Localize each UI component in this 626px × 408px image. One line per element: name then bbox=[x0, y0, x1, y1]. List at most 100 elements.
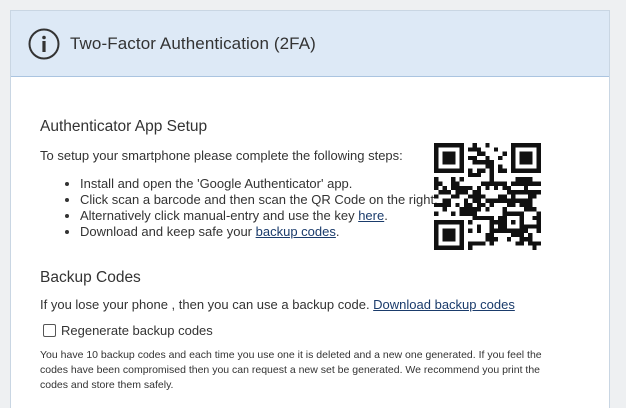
qr-module bbox=[468, 211, 473, 216]
qr-module bbox=[485, 207, 490, 212]
qr-module bbox=[523, 155, 529, 161]
qr-module bbox=[532, 168, 537, 173]
qr-module bbox=[472, 155, 477, 161]
qr-module bbox=[442, 202, 447, 208]
qr-module bbox=[481, 160, 486, 165]
qr-module bbox=[434, 194, 439, 199]
qr-module bbox=[511, 211, 516, 216]
qr-module bbox=[536, 164, 541, 169]
qr-module bbox=[536, 228, 541, 233]
backup-section-title: Backup Codes bbox=[40, 269, 141, 286]
qr-module bbox=[459, 151, 464, 156]
qr-module bbox=[519, 220, 524, 225]
qr-module bbox=[455, 168, 460, 173]
qr-module bbox=[515, 168, 520, 173]
qr-module bbox=[434, 224, 439, 229]
qr-module bbox=[528, 143, 533, 148]
download-backup-codes-link[interactable]: Download backup codes bbox=[373, 297, 515, 312]
qr-module bbox=[519, 160, 524, 165]
qr-module bbox=[459, 241, 464, 246]
qr-module bbox=[442, 143, 447, 148]
two-factor-panel: Two-Factor Authentication (2FA) Authenti… bbox=[10, 10, 610, 408]
info-icon bbox=[28, 28, 60, 59]
qr-module bbox=[463, 198, 469, 203]
qr-module bbox=[451, 185, 456, 191]
qr-module bbox=[476, 147, 482, 152]
backup-info-text: If you lose your phone , then you can us… bbox=[40, 297, 609, 313]
qr-module bbox=[438, 202, 443, 208]
qr-module bbox=[511, 228, 516, 233]
qr-module bbox=[489, 224, 494, 229]
qr-module bbox=[459, 237, 464, 242]
qr-module bbox=[523, 160, 529, 165]
qr-module bbox=[493, 198, 499, 203]
qr-module bbox=[455, 220, 460, 225]
qr-module bbox=[451, 143, 456, 148]
qr-module bbox=[502, 151, 507, 156]
qr-module bbox=[536, 224, 541, 229]
qr-module bbox=[519, 155, 524, 161]
qr-module bbox=[519, 202, 524, 208]
qr-module bbox=[434, 155, 439, 161]
qr-module bbox=[472, 198, 477, 203]
qr-module bbox=[472, 190, 477, 195]
page-title: Two-Factor Authentication (2FA) bbox=[70, 33, 316, 53]
qr-module bbox=[485, 185, 490, 191]
qr-module bbox=[476, 241, 482, 246]
qr-code bbox=[434, 143, 541, 250]
qr-module bbox=[515, 228, 520, 233]
qr-module bbox=[446, 198, 452, 203]
qr-module bbox=[515, 241, 520, 246]
qr-module bbox=[511, 143, 516, 148]
qr-module bbox=[434, 202, 439, 208]
qr-module bbox=[455, 181, 460, 186]
qr-module bbox=[493, 181, 499, 186]
qr-module bbox=[489, 220, 494, 225]
qr-module bbox=[463, 202, 469, 208]
qr-module bbox=[442, 151, 447, 156]
qr-module bbox=[489, 181, 494, 186]
qr-module bbox=[451, 168, 456, 173]
qr-module bbox=[528, 207, 533, 212]
qr-module bbox=[502, 181, 507, 186]
qr-module bbox=[468, 241, 473, 246]
qr-module bbox=[528, 202, 533, 208]
qr-module bbox=[446, 151, 452, 156]
qr-module bbox=[528, 224, 533, 229]
qr-module bbox=[536, 155, 541, 161]
qr-module bbox=[502, 194, 507, 199]
qr-module bbox=[489, 198, 494, 203]
qr-module bbox=[459, 164, 464, 169]
qr-module bbox=[459, 207, 464, 212]
qr-module bbox=[468, 172, 473, 178]
backup-codes-link[interactable]: backup codes bbox=[256, 224, 336, 239]
manual-key-link[interactable]: here bbox=[358, 208, 384, 223]
regenerate-label: Regenerate backup codes bbox=[61, 323, 213, 338]
qr-module bbox=[446, 168, 452, 173]
qr-module bbox=[459, 220, 464, 225]
qr-module bbox=[468, 207, 473, 212]
qr-module bbox=[446, 245, 452, 250]
qr-module bbox=[515, 177, 520, 182]
qr-module bbox=[459, 245, 464, 250]
qr-module bbox=[515, 211, 520, 216]
qr-module bbox=[515, 198, 520, 203]
qr-module bbox=[451, 177, 456, 182]
regenerate-checkbox[interactable] bbox=[43, 324, 56, 337]
qr-module bbox=[489, 168, 494, 173]
qr-module bbox=[446, 190, 452, 195]
qr-module bbox=[493, 147, 499, 152]
qr-module bbox=[446, 202, 452, 208]
qr-module bbox=[455, 245, 460, 250]
qr-module bbox=[498, 194, 503, 199]
qr-module bbox=[523, 224, 529, 229]
qr-module bbox=[519, 177, 524, 182]
authenticator-section-title: Authenticator App Setup bbox=[40, 118, 208, 135]
qr-module bbox=[446, 220, 452, 225]
qr-module bbox=[498, 228, 503, 233]
qr-module bbox=[455, 143, 460, 148]
qr-module bbox=[519, 143, 524, 148]
regenerate-row[interactable]: Regenerate backup codes bbox=[43, 323, 609, 338]
qr-module bbox=[442, 190, 447, 195]
qr-module bbox=[455, 202, 460, 208]
